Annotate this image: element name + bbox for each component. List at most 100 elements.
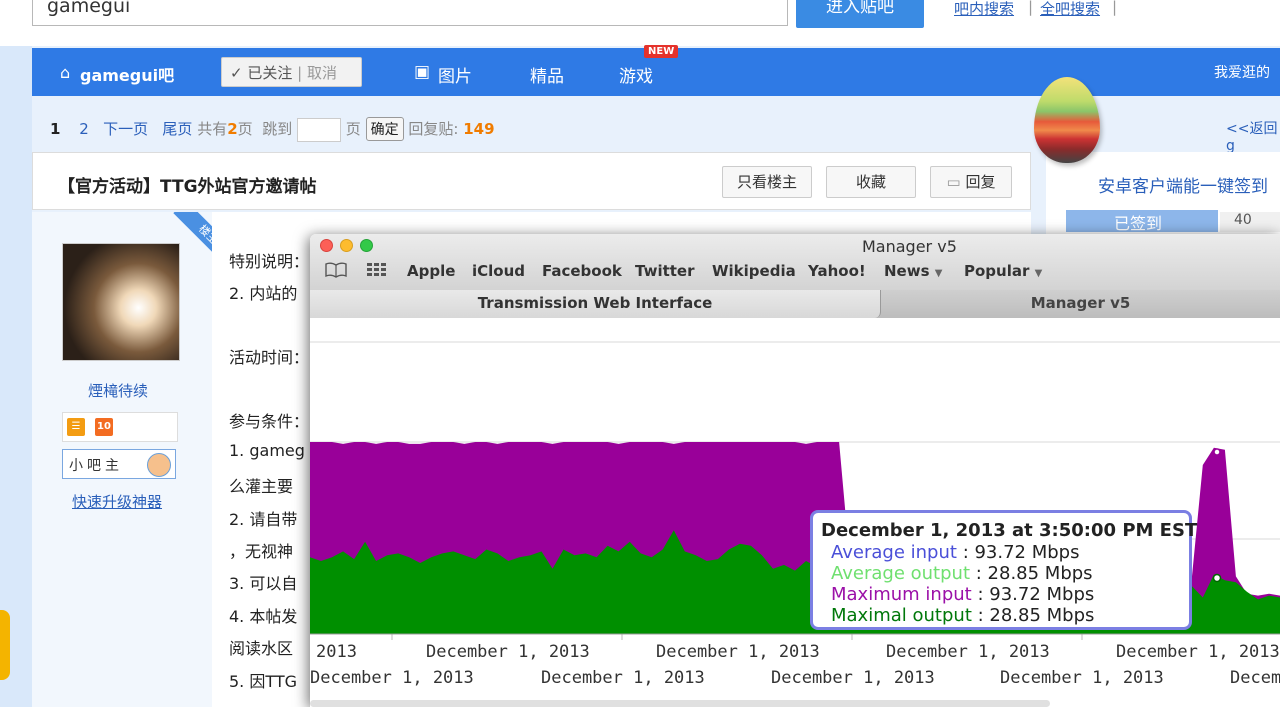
bookmark-wikipedia[interactable]: Wikipedia (712, 262, 796, 280)
tooltip-label: Average input (831, 542, 957, 563)
post-line: 么灌主要 (229, 477, 294, 496)
x-tick-label: December 1, 2013 (771, 668, 935, 688)
window-titlebar: Manager v5 Apple iCloud Facebook Twitter… (310, 234, 1280, 291)
nav-item-games[interactable]: 游戏 (619, 62, 653, 87)
browser-window: Manager v5 Apple iCloud Facebook Twitter… (310, 234, 1280, 707)
bookmark-popular-menu[interactable]: Popular ▼ (964, 262, 1042, 280)
replies-count: 149 (463, 120, 495, 138)
zoom-button[interactable] (360, 239, 373, 252)
author-name[interactable]: 煙槞待续 (88, 380, 148, 401)
chevron-down-icon: ▼ (1034, 268, 1043, 279)
forum-name-link[interactable]: gamegui吧 (80, 62, 174, 86)
followed-label: 已关注 (247, 64, 293, 82)
post-line: ，无视神 (229, 542, 294, 561)
tooltip-value: : 28.85 Mbps (977, 605, 1095, 626)
reply-label: 回复 (965, 173, 996, 191)
bookmark-news-menu[interactable]: News ▼ (884, 262, 942, 280)
tooltip-title: December 1, 2013 at 3:50:00 PM EST (821, 520, 1198, 541)
back-link[interactable]: <<返回g (1226, 118, 1280, 154)
post-line: 4. 本帖发 (229, 607, 298, 626)
x-tick-label: December 1, 2013 (541, 668, 705, 688)
tab-transmission[interactable]: Transmission Web Interface (310, 290, 881, 318)
pager-confirm-button[interactable]: 确定 (365, 117, 404, 141)
left-edge-strip (0, 46, 32, 707)
tooltip-value: : 93.72 Mbps (962, 542, 1080, 563)
chevron-down-icon: ▼ (934, 268, 943, 279)
minimize-button[interactable] (340, 239, 353, 252)
link-separator: | (1112, 0, 1118, 16)
chart-tooltip: December 1, 2013 at 3:50:00 PM EST Avera… (810, 510, 1198, 630)
bookmark-icloud[interactable]: iCloud (472, 262, 525, 280)
x-tick-label: December 1, 2013 (310, 668, 474, 688)
moderator-icon (147, 453, 171, 477)
bookmark-twitter[interactable]: Twitter (635, 262, 695, 280)
only-owner-button[interactable]: 只看楼主 (722, 166, 812, 198)
check-icon: ✓ (230, 64, 243, 82)
x-tick-label: December 1, 2013 (886, 642, 1050, 662)
tooltip-row: Maximum input : 93.72 Mbps (821, 584, 1181, 605)
x-tick-label: December 1, 2013 (656, 642, 820, 662)
user-icon: ☰ (67, 418, 85, 436)
tooltip-row: Average output : 28.85 Mbps (821, 563, 1181, 584)
favorite-button[interactable]: 收藏 (826, 166, 916, 198)
link-separator: | (1028, 0, 1034, 16)
app-signin-link[interactable]: 安卓客户端能一键签到 (1098, 172, 1268, 197)
enter-bar-button[interactable]: 进入贴吧 (796, 0, 924, 28)
signin-count: 40 (1220, 212, 1280, 232)
pager-next[interactable]: 下一页 (103, 120, 148, 138)
nav-item-images[interactable]: 图片 (438, 62, 472, 87)
role-label: 小吧主 (69, 458, 123, 474)
close-button[interactable] (320, 239, 333, 252)
x-tick-label: December 1, 2013 (426, 642, 590, 662)
search-all-link[interactable]: 全吧搜索 (1040, 0, 1100, 19)
tooltip-label: Average output (831, 563, 971, 584)
follow-toggle[interactable]: ✓ 已关注 | 取消 (221, 57, 362, 87)
search-input[interactable]: gamegui (32, 0, 788, 26)
divider: | (297, 64, 303, 82)
post-line: 活动时间： (229, 348, 310, 367)
top-sites-icon[interactable] (366, 262, 388, 278)
signin-button[interactable]: 已签到 (1066, 210, 1218, 233)
x-tick-label: 2013 (316, 642, 357, 662)
post-line: 阅读水区 (229, 639, 294, 658)
tooltip-value: : 28.85 Mbps (975, 563, 1093, 584)
image-icon: ▣ (414, 62, 431, 82)
horizontal-scrollbar[interactable] (310, 700, 1050, 707)
bookmark-apple[interactable]: Apple (407, 262, 455, 280)
speech-bubble-icon: ▭ (946, 173, 961, 191)
bookmark-facebook[interactable]: Facebook (542, 262, 622, 280)
news-label: News (884, 262, 930, 280)
unfollow-button[interactable]: 取消 (307, 64, 337, 82)
search-in-bar-link[interactable]: 吧内搜索 (954, 0, 1014, 19)
replies-label: 回复贴: (408, 120, 459, 138)
bookmark-yahoo[interactable]: Yahoo! (808, 262, 866, 280)
pager-current: 1 (50, 120, 61, 138)
post-line: 2. 内站的 (229, 284, 298, 303)
popular-label: Popular (964, 262, 1030, 280)
tooltip-label: Maximal output (831, 605, 972, 626)
nav-favorites-link[interactable]: 我爱逛的 (1214, 62, 1270, 82)
pager-jump-input[interactable] (297, 117, 342, 142)
x-tick-label: December 1, 2013 (1000, 668, 1164, 688)
pager-last[interactable]: 尾页 (162, 120, 192, 138)
pager-total-prefix: 共有 (197, 120, 228, 138)
x-tick-label: December 1, 2013 (1116, 642, 1280, 662)
post-line: 特别说明： (229, 252, 310, 271)
role-badge: 小吧主 (62, 449, 176, 479)
home-icon: ⌂ (60, 63, 71, 82)
avatar[interactable] (62, 243, 180, 361)
decorative-mascot (0, 610, 10, 680)
post-line: 5. 因TTG (229, 672, 298, 691)
chart-area: 2013 December 1, 2013 December 1, 2013 Dece… (310, 318, 1280, 707)
reading-list-icon[interactable] (324, 262, 348, 278)
hover-marker (1213, 448, 1221, 456)
tab-manager[interactable]: Manager v5 (881, 290, 1280, 318)
pager-total-pages: 2 (227, 120, 238, 138)
pager-page-2[interactable]: 2 (79, 120, 89, 138)
pager-jump-label: 跳到 (262, 120, 293, 138)
pager: 1 2 下一页 尾页 共有2页 跳到 页 确定 回复贴: 149 (50, 117, 495, 142)
window-title: Manager v5 (862, 237, 957, 256)
upgrade-link[interactable]: 快速升级神器 (72, 491, 162, 512)
reply-button[interactable]: ▭ 回复 (930, 166, 1012, 198)
nav-item-featured[interactable]: 精品 (530, 62, 564, 87)
